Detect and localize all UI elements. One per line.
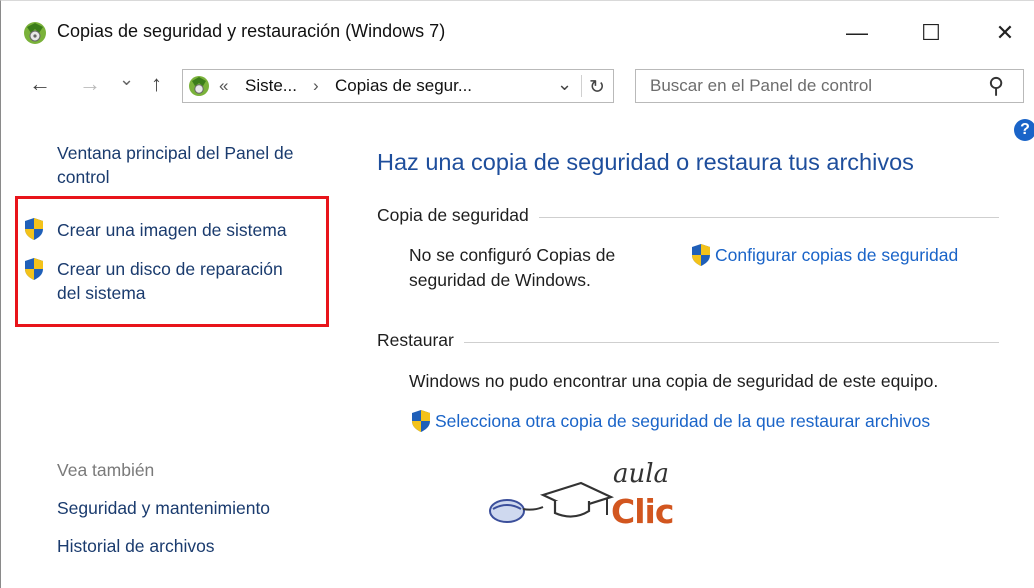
restore-status: Windows no pudo encontrar una copia de s… — [409, 371, 939, 391]
up-button[interactable]: ↑ — [151, 71, 162, 97]
configure-backup-link[interactable]: Configurar copias de seguridad — [715, 245, 958, 266]
window-title: Copias de seguridad y restauración (Wind… — [57, 21, 446, 41]
restore-section-rule — [377, 342, 999, 343]
breadcrumb-system[interactable]: Siste... — [245, 76, 297, 96]
uac-shield-icon — [690, 243, 712, 267]
minimize-icon: — — [846, 20, 868, 45]
up-arrow-icon: ↑ — [151, 71, 162, 96]
sidebar-home-line2: control — [57, 167, 110, 187]
maximize-icon: ☐ — [921, 20, 941, 45]
search-box[interactable]: Buscar en el Panel de control ⚲ — [635, 69, 1024, 103]
back-arrow-icon: ← — [29, 71, 51, 96]
uac-shield-icon — [410, 409, 432, 433]
close-icon: ✕ — [995, 20, 1015, 45]
watermark-clic: Clic — [611, 492, 674, 531]
select-other-backup-link[interactable]: Selecciona otra copia de seguridad de la… — [435, 411, 930, 432]
refresh-icon[interactable]: ↻ — [589, 76, 605, 99]
window: Copias de seguridad y restauración (Wind… — [0, 0, 1034, 588]
sidebar-control-panel-home[interactable]: Ventana principal del Panel de control — [57, 141, 293, 189]
forward-arrow-icon: → — [79, 71, 101, 96]
app-icon — [21, 19, 49, 47]
backup-status: No se configuró Copias de seguridad de W… — [409, 243, 615, 293]
recent-locations-button[interactable]: ⌄ — [119, 69, 134, 90]
address-divider — [581, 75, 582, 97]
breadcrumb-separator-icon[interactable]: › — [313, 76, 319, 96]
maximize-button[interactable]: ☐ — [911, 15, 951, 51]
backup-section-title: Copia de seguridad — [377, 205, 539, 226]
watermark-aula: aula — [613, 459, 670, 489]
forward-button[interactable]: → — [79, 71, 101, 97]
page-title: Haz una copia de seguridad o restaura tu… — [377, 149, 914, 175]
overflow-chevron-icon[interactable]: « — [219, 76, 228, 96]
sidebar-security-maintenance[interactable]: Seguridad y mantenimiento — [57, 496, 270, 520]
chevron-down-icon: ⌄ — [119, 69, 135, 89]
sidebar-home-line1: Ventana principal del Panel de — [57, 143, 294, 163]
control-panel-icon — [187, 74, 211, 98]
address-bar[interactable]: « Siste... › Copias de segur... ⌄ ↻ — [182, 69, 614, 103]
help-icon[interactable]: ? — [1014, 119, 1034, 141]
highlight-box — [15, 196, 329, 327]
see-also-heading: Vea también — [57, 460, 155, 480]
sidebar-file-history[interactable]: Historial de archivos — [57, 534, 215, 558]
search-input[interactable]: Buscar en el Panel de control — [650, 76, 872, 96]
address-dropdown-icon[interactable]: ⌄ — [557, 74, 572, 95]
backup-status-line1: No se configuró Copias de — [409, 245, 616, 265]
close-button[interactable]: ✕ — [985, 15, 1025, 51]
aulaclic-mouse-cap-logo — [485, 471, 615, 531]
search-icon[interactable]: ⚲ — [988, 73, 1004, 99]
backup-status-line2: seguridad de Windows. — [409, 270, 591, 290]
restore-section-title: Restaurar — [377, 330, 464, 351]
back-button[interactable]: ← — [29, 71, 51, 97]
minimize-button[interactable]: — — [837, 15, 877, 51]
breadcrumb-backup[interactable]: Copias de segur... — [335, 76, 472, 96]
